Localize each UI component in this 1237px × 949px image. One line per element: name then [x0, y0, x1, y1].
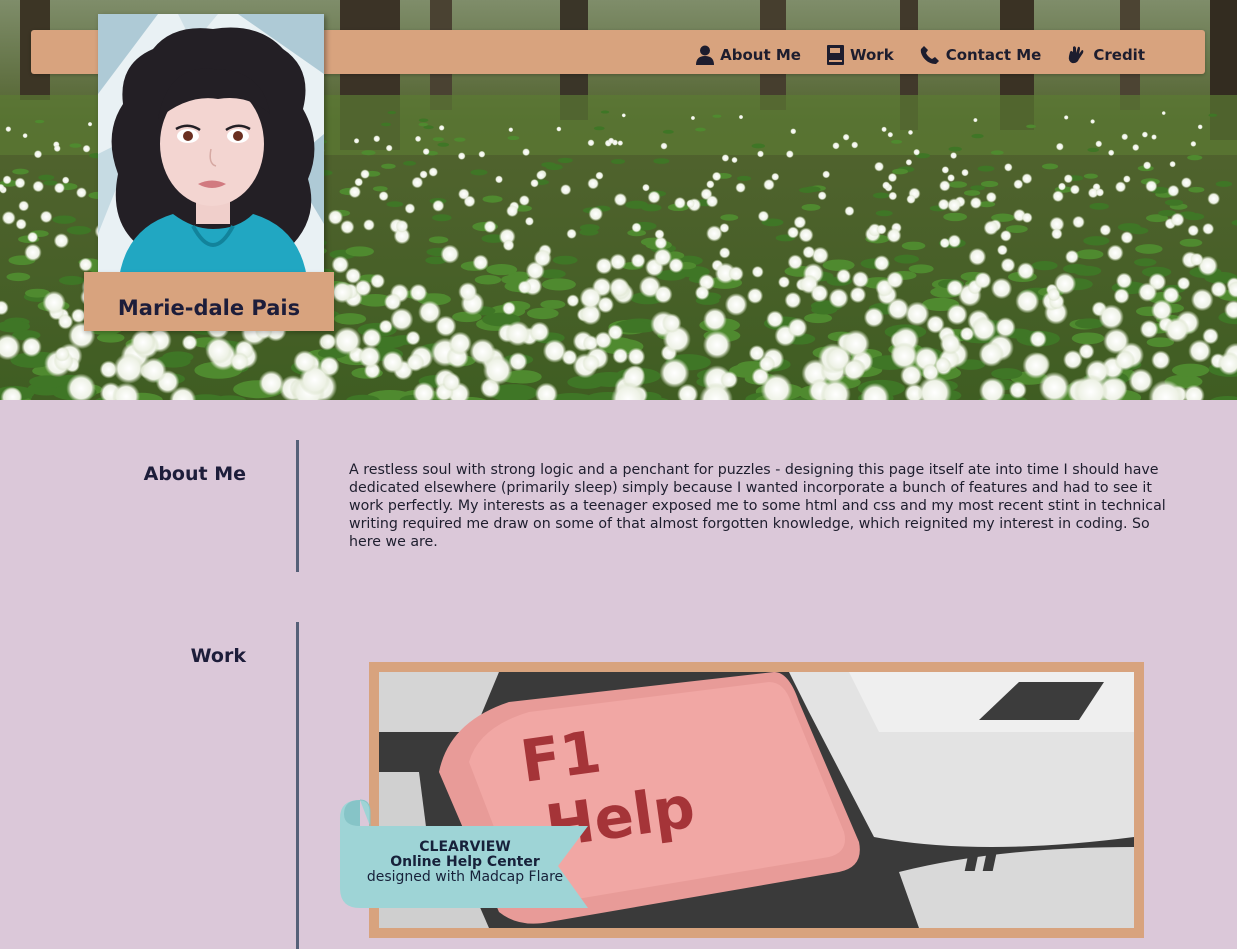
- name-plate: Marie-dale Pais: [84, 272, 334, 331]
- avatar-illustration: [98, 14, 324, 286]
- about-paragraph: A restless soul with strong logic and a …: [349, 462, 1166, 550]
- nav-item-work[interactable]: Work: [826, 44, 894, 65]
- nav-item-label: Credit: [1093, 45, 1145, 64]
- ribbon-line-2: Online Help Center: [390, 854, 540, 870]
- about-section-title: About Me: [143, 463, 246, 485]
- phone-icon: [920, 45, 939, 64]
- hero-banner: About Me Work Contact Me Credit Marie-da…: [0, 0, 1237, 400]
- nav-item-about-me[interactable]: About Me: [696, 45, 801, 65]
- ribbon-line-1: CLEARVIEW: [419, 839, 511, 855]
- nav-item-credit[interactable]: Credit: [1067, 45, 1145, 65]
- work-section-title: Work: [190, 645, 246, 667]
- key-label-top: F1: [516, 717, 605, 795]
- work-divider: [296, 622, 299, 949]
- nav-item-label: Contact Me: [945, 45, 1042, 64]
- nav-item-label: Work: [849, 45, 894, 64]
- profile-name: Marie-dale Pais: [117, 295, 301, 320]
- nav-menu: About Me Work Contact Me Credit: [696, 30, 1145, 74]
- book-icon: [826, 44, 844, 65]
- nav-item-label: About Me: [720, 45, 801, 64]
- avatar: [98, 14, 324, 286]
- work-ribbon-text: CLEARVIEW Online Help Center designed wi…: [355, 840, 575, 885]
- nav-item-contact-me[interactable]: Contact Me: [920, 45, 1042, 65]
- ribbon-line-3: designed with Madcap Flare: [366, 869, 564, 885]
- about-divider: [296, 440, 299, 572]
- user-icon: [696, 45, 715, 65]
- page: About Me Work Contact Me Credit Marie-da…: [0, 0, 1237, 949]
- hand-icon: [1069, 45, 1084, 63]
